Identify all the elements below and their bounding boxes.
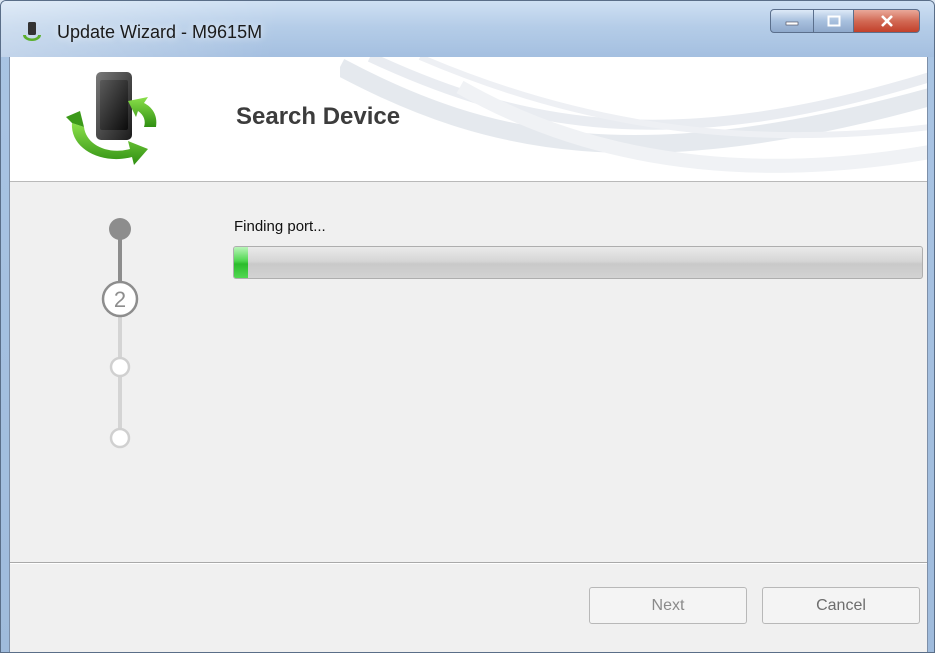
search-progress-bar — [233, 246, 923, 279]
progress-fill — [234, 247, 248, 278]
step-2-label: 2 — [114, 287, 126, 312]
minimize-button[interactable] — [770, 9, 814, 33]
step-3-pending — [109, 356, 131, 378]
status-text: Finding port... — [234, 218, 326, 235]
wizard-header: Search Device — [10, 57, 927, 182]
footer-divider — [10, 562, 927, 564]
page-title: Search Device — [236, 103, 401, 130]
maximize-button[interactable] — [814, 9, 854, 33]
phone-sync-icon — [66, 72, 157, 165]
cancel-button[interactable]: Cancel — [762, 587, 920, 624]
minimize-icon — [785, 21, 799, 26]
update-wizard-window: Update Wizard - M9615M Search Device 2 F… — [0, 0, 935, 653]
step-1-done — [109, 218, 131, 240]
wizard-client-area: Search Device 2 Finding port... Next Can… — [9, 57, 928, 652]
maximize-icon — [827, 15, 840, 27]
caption-buttons — [770, 9, 920, 33]
step-4-pending — [109, 427, 131, 449]
header-decoration — [340, 57, 927, 173]
title-bar[interactable]: Update Wizard - M9615M — [1, 1, 934, 57]
close-button[interactable] — [854, 9, 920, 33]
window-title: Update Wizard - M9615M — [57, 22, 263, 42]
next-button[interactable]: Next — [589, 587, 747, 624]
close-icon — [880, 15, 893, 27]
phone-sync-icon — [23, 22, 41, 41]
step-indicator: 2 — [101, 218, 139, 449]
